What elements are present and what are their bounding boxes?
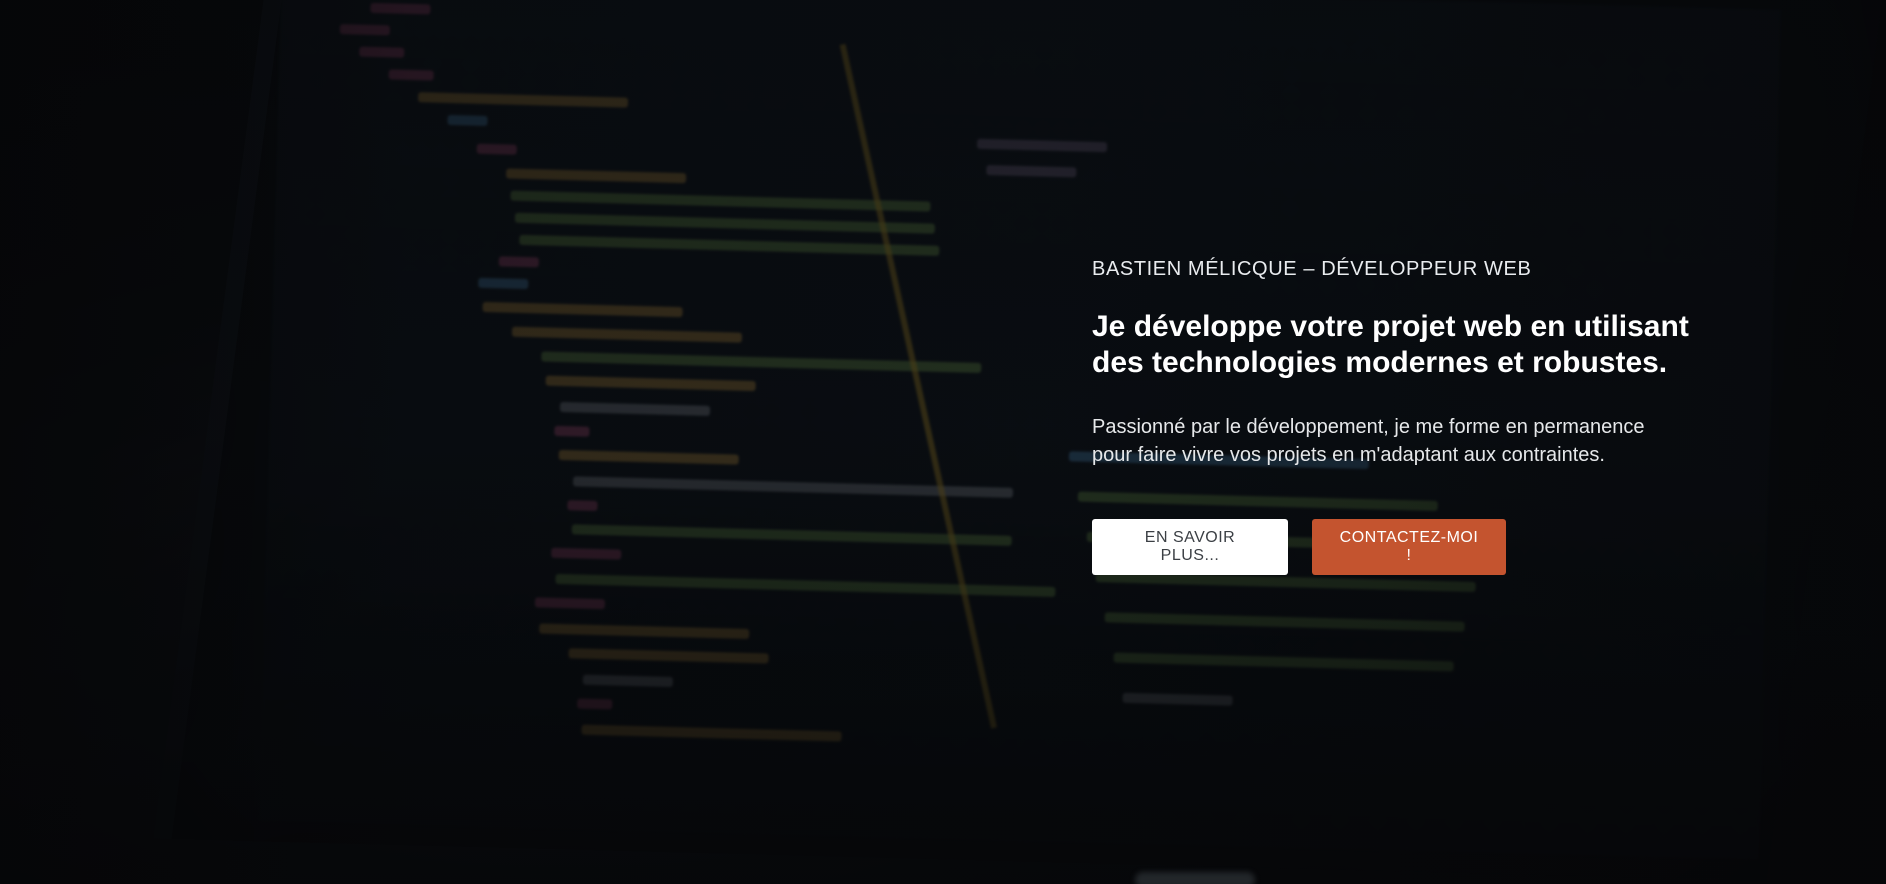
hero-headline-line2: des technologies modernes et robustes. <box>1092 346 1668 379</box>
learn-more-button[interactable]: EN SAVOIR PLUS... <box>1092 519 1288 575</box>
hero-section: BASTIEN MÉLICQUE – DÉVELOPPEUR WEB Je dé… <box>1092 258 1742 575</box>
contact-me-button[interactable]: CONTACTEZ-MOI ! <box>1312 519 1506 575</box>
hero-headline-line1: Je développe votre projet web en utilisa… <box>1092 310 1689 343</box>
hero-lead-line2: pour faire vivre vos projets en m'adapta… <box>1092 444 1605 466</box>
hero-lead-line1: Passionné par le développement, je me fo… <box>1092 416 1645 438</box>
hero-lead: Passionné par le développement, je me fo… <box>1092 413 1742 469</box>
hero-actions: EN SAVOIR PLUS... CONTACTEZ-MOI ! <box>1092 519 1742 575</box>
scroll-hint <box>1135 872 1255 884</box>
hero-eyebrow: BASTIEN MÉLICQUE – DÉVELOPPEUR WEB <box>1092 258 1532 280</box>
hero-headline: Je développe votre projet web en utilisa… <box>1092 309 1742 381</box>
